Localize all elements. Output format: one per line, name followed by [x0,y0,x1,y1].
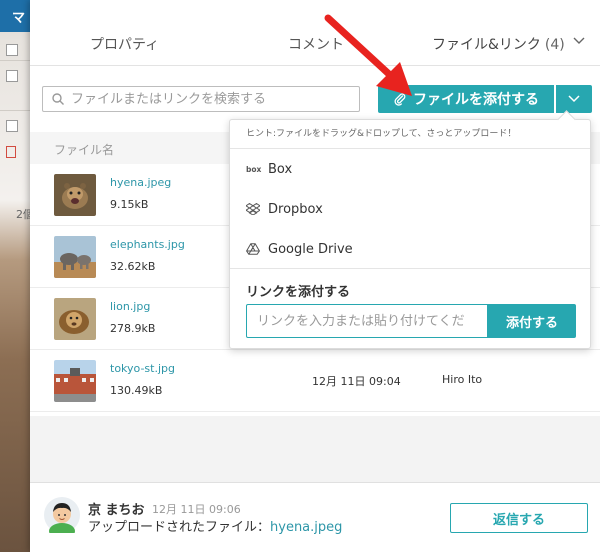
attach-file-button-label: ファイルを添付する [413,92,539,108]
paperclip-icon [394,93,406,106]
dropdown-hint: ヒント:ファイルをドラッグ&ドロップして、さっとアップロード！ [246,129,517,139]
link-input-wrapper [246,304,488,338]
file-name-link[interactable]: lion.jpg [110,300,150,313]
attach-link-button[interactable]: 添付する [488,304,576,338]
comment-footer: 京 まちお 12月 11日 09:06 アップロードされたファイル：hyena.… [30,482,600,552]
file-uploader: Hiro Ito [442,373,483,386]
background-checkbox[interactable] [6,120,18,132]
menu-item-dropbox[interactable]: Dropbox [230,189,590,229]
comment-timestamp: 12月 11日 09:06 [152,503,241,516]
menu-item-label: Dropbox [268,201,323,217]
link-input[interactable] [247,305,487,337]
background-app-header-text: マ [12,11,26,26]
search-input[interactable] [71,87,357,111]
panel-tabs: プロパティ コメント ファイル&リンク (4) [30,0,600,66]
file-panel: プロパティ コメント ファイル&リンク(4) ファイルを添付する ファイル名 [30,0,600,552]
chevron-down-icon [568,95,580,103]
file-name-link[interactable]: tokyo-st.jpg [110,362,175,375]
background-checkbox[interactable] [6,44,18,56]
menu-item-label: Google Drive [268,241,353,257]
document-icon [6,146,16,158]
table-row[interactable]: tokyo-st.jpg 130.49kB 12月 11日 09:04 Hiro… [30,350,600,412]
dropdown-divider [230,268,590,269]
tab-files-links[interactable]: ファイル&リンク (4) [432,34,565,54]
tab-properties[interactable]: プロパティ [90,34,159,54]
lion-thumbnail[interactable] [54,298,96,340]
attach-dropdown-menu: ヒント:ファイルをドラッグ&ドロップして、さっとアップロード！ box Box … [229,119,591,349]
box-icon: box [246,162,262,176]
file-size: 32.62kB [110,260,156,273]
file-date: 12月 11日 09:04 [312,375,401,388]
file-size: 130.49kB [110,384,163,397]
file-size: 9.15kB [110,198,149,211]
attach-file-button[interactable]: ファイルを添付する [378,85,554,113]
attach-options-dropdown-button[interactable] [556,85,592,113]
tab-comments[interactable]: コメント [288,34,344,54]
comment-message-prefix: アップロードされたファイル： [88,520,271,535]
attach-link-title: リンクを添付する [246,285,351,300]
file-name-link[interactable]: hyena.jpeg [110,176,171,189]
tokyo-station-thumbnail[interactable] [54,360,96,402]
file-search [42,86,360,112]
elephants-thumbnail[interactable] [54,236,96,278]
column-header-filename: ファイル名 [54,143,115,157]
menu-item-box[interactable]: box Box [230,149,590,189]
comment-message: アップロードされたファイル：hyena.jpeg [88,516,342,535]
dropbox-icon [246,202,262,216]
hyena-thumbnail[interactable] [54,174,96,216]
chevron-down-icon[interactable] [572,34,586,48]
search-icon [52,93,64,105]
menu-item-google-drive[interactable]: Google Drive [230,229,590,269]
file-size: 278.9kB [110,322,156,335]
comment-file-link[interactable]: hyena.jpeg [270,520,342,535]
background-checkbox[interactable] [6,70,18,82]
tab-files-label: ファイル&リンク [432,37,541,53]
tab-files-count: (4) [544,37,565,53]
file-list-empty-area [30,416,600,482]
google-drive-icon [246,242,262,256]
file-name-link[interactable]: elephants.jpg [110,238,185,251]
avatar [44,497,80,533]
reply-button[interactable]: 返信する [450,503,588,533]
svg-text:box: box [246,165,262,174]
menu-item-label: Box [268,161,293,177]
